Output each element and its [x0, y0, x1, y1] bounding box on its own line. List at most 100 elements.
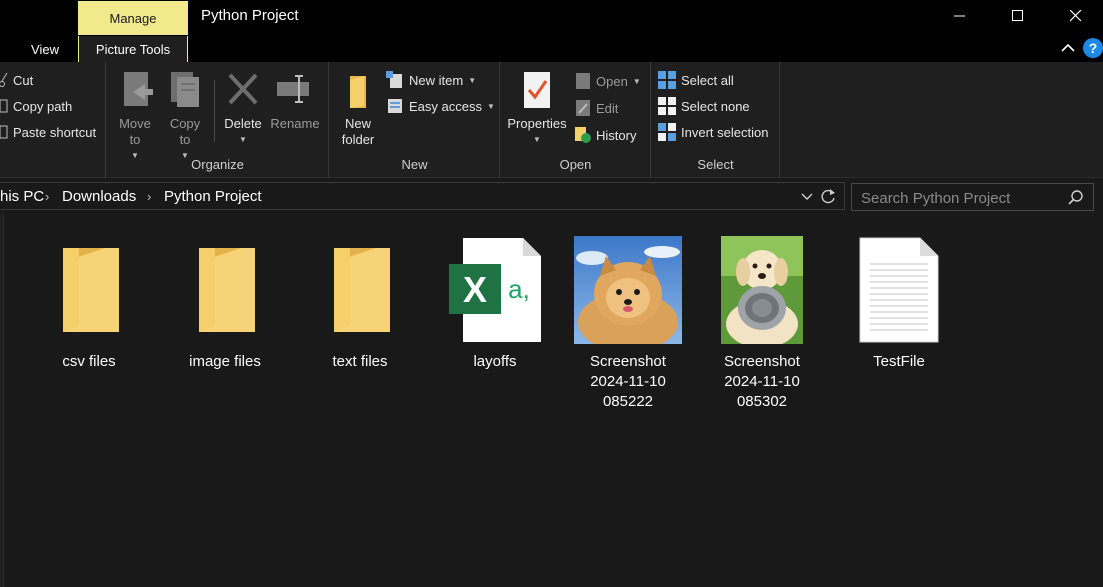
file-item-testfile[interactable]: TestFile: [844, 235, 954, 372]
file-item-layoffs[interactable]: Xa, layoffs: [440, 235, 550, 372]
file-item-screenshot-085222[interactable]: Screenshot 2024-11-10 085222: [573, 235, 683, 412]
open-group: Properties ▼ Open ▼ Edit History Open: [501, 62, 651, 178]
new-item-label: New item: [409, 72, 464, 88]
breadcrumb-this-pc[interactable]: his PC: [0, 188, 44, 205]
delete-button[interactable]: Delete ▼: [220, 70, 266, 148]
easy-access-icon: [388, 99, 402, 113]
copy-path-label: Copy path: [13, 98, 73, 114]
copy-to-button[interactable]: Copy to ▼: [163, 70, 207, 164]
properties-label: Properties: [507, 116, 567, 131]
help-button[interactable]: ?: [1083, 38, 1103, 58]
tab-view[interactable]: View: [22, 36, 68, 62]
maximize-icon: [1012, 10, 1023, 21]
open-button[interactable]: Open ▼: [575, 71, 641, 91]
paste-shortcut-icon: [0, 125, 8, 139]
breadcrumb-downloads[interactable]: Downloads: [62, 188, 136, 205]
file-item-screenshot-085302[interactable]: Screenshot 2024-11-10 085302: [707, 235, 817, 412]
search-input[interactable]: Search Python Project: [851, 183, 1094, 211]
select-all-button[interactable]: Select all: [658, 70, 734, 90]
move-to-label: Move to: [119, 116, 151, 147]
organize-divider: [214, 80, 215, 142]
chevron-down-icon: ▼: [486, 101, 495, 111]
move-to-button[interactable]: Move to ▼: [113, 70, 157, 164]
excel-csv-icon: Xa,: [440, 235, 550, 345]
svg-text:X: X: [463, 269, 487, 310]
collapse-ribbon-button[interactable]: [1058, 38, 1078, 58]
copy-path-button[interactable]: Copy path: [0, 96, 72, 116]
copy-to-label: Copy to: [169, 116, 201, 147]
invert-selection-button[interactable]: Invert selection: [658, 122, 768, 142]
open-group-label: Open: [559, 157, 592, 172]
chevron-right-icon[interactable]: ›: [45, 189, 49, 204]
manage-tab[interactable]: Manage: [78, 1, 188, 35]
copy-path-icon: [0, 99, 8, 113]
easy-access-label: Easy access: [409, 98, 482, 114]
invert-selection-icon: [658, 123, 676, 141]
organize-group-label: Organize: [191, 157, 244, 172]
refresh-icon[interactable]: [820, 188, 837, 205]
new-group: New folder New item ▼ Easy access ▼ New: [330, 62, 500, 178]
delete-label: Delete: [224, 116, 262, 131]
help-icon: ?: [1088, 40, 1098, 56]
address-bar[interactable]: his PC › Downloads › Python Project: [0, 182, 845, 210]
breadcrumb-python-project[interactable]: Python Project: [164, 188, 262, 205]
select-group: Select all Select none Invert selection …: [652, 62, 780, 178]
file-item-image-files[interactable]: image files: [170, 235, 280, 372]
edit-label: Edit: [596, 100, 619, 116]
copy-to-icon: [171, 72, 199, 107]
folder-icon: [34, 235, 144, 345]
image-thumbnail: [573, 235, 683, 345]
chevron-right-icon[interactable]: ›: [147, 189, 151, 204]
close-button[interactable]: [1047, 0, 1103, 32]
text-document-icon: [844, 235, 954, 345]
ribbon: Cut Copy path Paste shortcut Move to ▼ C…: [0, 62, 1103, 178]
select-none-button[interactable]: Select none: [658, 96, 750, 116]
new-folder-label: New folder: [341, 116, 375, 147]
file-item-text-files[interactable]: text files: [305, 235, 415, 372]
edit-icon: [576, 100, 590, 116]
select-none-icon: [658, 97, 676, 115]
folder-icon: [305, 235, 415, 345]
organize-group: Move to ▼ Copy to ▼ Delete ▼ Rename Orga…: [107, 62, 329, 178]
minimize-button[interactable]: [931, 0, 989, 32]
chevron-down-icon[interactable]: [801, 192, 813, 202]
maximize-button[interactable]: [989, 0, 1047, 32]
properties-button[interactable]: Properties ▼: [505, 70, 569, 148]
history-button[interactable]: History: [575, 125, 636, 145]
file-name: text files: [332, 353, 388, 370]
properties-icon: [524, 72, 550, 108]
image-thumbnail: [707, 235, 817, 345]
chevron-down-icon: ▼: [468, 75, 477, 85]
paste-shortcut-button[interactable]: Paste shortcut: [0, 122, 96, 142]
file-name: layoffs: [473, 353, 517, 370]
minimize-icon: [954, 15, 965, 17]
easy-access-button[interactable]: Easy access ▼: [386, 96, 495, 116]
new-folder-button[interactable]: New folder: [336, 70, 380, 148]
folder-icon: [170, 235, 280, 345]
delete-icon: [228, 73, 258, 105]
invert-selection-label: Invert selection: [681, 124, 769, 140]
file-name: TestFile: [873, 353, 925, 370]
close-icon: [1070, 10, 1082, 22]
cut-button[interactable]: Cut: [0, 70, 33, 90]
svg-text:a,: a,: [508, 274, 530, 304]
title-bar: Manage Python Project View Picture Tools…: [0, 0, 1103, 62]
edit-button[interactable]: Edit: [575, 98, 618, 118]
new-group-label: New: [401, 157, 428, 172]
open-icon: [576, 73, 590, 89]
new-item-button[interactable]: New item ▼: [386, 70, 476, 90]
chevron-down-icon: ▼: [533, 135, 541, 144]
file-item-csv-files[interactable]: csv files: [34, 235, 144, 372]
rename-button[interactable]: Rename: [269, 70, 321, 132]
chevron-down-icon: ▼: [239, 135, 247, 144]
tab-picture-tools[interactable]: Picture Tools: [78, 36, 188, 62]
select-none-label: Select none: [681, 98, 750, 114]
search-icon[interactable]: [1068, 190, 1083, 205]
file-name: Screenshot 2024-11-10 085222: [590, 353, 666, 410]
paste-shortcut-label: Paste shortcut: [13, 124, 97, 140]
history-label: History: [596, 127, 637, 143]
file-view: csv files image files text files Xa, lay…: [0, 215, 1103, 587]
navigation-pane-edge: [0, 215, 4, 587]
history-icon: [575, 127, 591, 143]
open-label: Open: [596, 73, 628, 89]
